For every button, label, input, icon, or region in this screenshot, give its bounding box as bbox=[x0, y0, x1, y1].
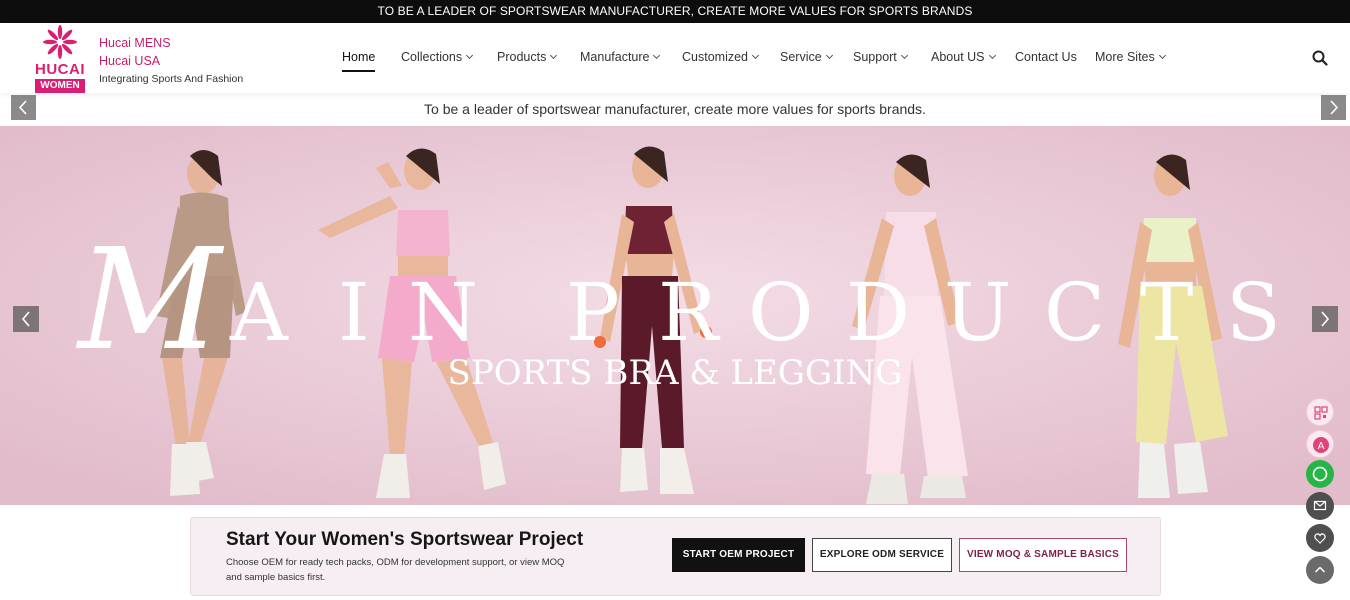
nav-products[interactable]: Products bbox=[497, 50, 558, 64]
hucai-usa-link[interactable]: Hucai USA bbox=[99, 52, 243, 70]
ticker-bar: To be a leader of sportswear manufacture… bbox=[0, 93, 1350, 126]
nav-home[interactable]: Home bbox=[342, 50, 376, 72]
flower-logo-icon bbox=[43, 25, 77, 59]
headline-letter: A bbox=[229, 266, 289, 359]
nav-manufacture-label: Manufacture bbox=[580, 50, 650, 64]
brand-links: Hucai MENS Hucai USA Integrating Sports … bbox=[99, 34, 243, 88]
nav-manufacture[interactable]: Manufacture bbox=[580, 50, 661, 64]
search-icon[interactable] bbox=[1312, 50, 1328, 66]
logo-wordmark: HUCAI bbox=[35, 61, 85, 78]
nav-products-label: Products bbox=[497, 50, 547, 64]
whatsapp-icon bbox=[1312, 466, 1328, 482]
headline-letter: O bbox=[748, 266, 814, 359]
nav-collections[interactable]: Collections bbox=[401, 50, 474, 64]
qr-code-button[interactable] bbox=[1306, 398, 1334, 426]
headline-letter: P bbox=[566, 266, 620, 359]
nav-contact-us-label: Contact Us bbox=[1015, 50, 1077, 64]
nav-more-sites[interactable]: More Sites bbox=[1095, 50, 1166, 64]
logo-women-badge: WOMEN bbox=[35, 79, 85, 93]
chevron-left-icon bbox=[18, 100, 27, 115]
headline-letter: D bbox=[846, 266, 910, 359]
hero-illustration: M A I N P R O D U C T S SPORTS BRA & LEG… bbox=[0, 126, 1350, 505]
nav-service[interactable]: Service bbox=[780, 50, 833, 64]
headline-letter: I bbox=[338, 266, 370, 359]
hero-subheadline: SPORTS BRA & LEGGING bbox=[448, 353, 903, 393]
project-cta-panel: Start Your Women's Sportswear Project Ch… bbox=[190, 517, 1161, 596]
announcement-bar: TO BE A LEADER OF SPORTSWEAR MANUFACTURE… bbox=[0, 0, 1350, 23]
ticker-text: To be a leader of sportswear manufacture… bbox=[424, 101, 926, 117]
nav-service-label: Service bbox=[780, 50, 822, 64]
nav-home-label: Home bbox=[342, 50, 376, 64]
cta-title: Start Your Women's Sportswear Project bbox=[226, 529, 584, 550]
hero-banner[interactable]: M A I N P R O D U C T S SPORTS BRA & LEG… bbox=[0, 126, 1350, 505]
chevron-down-icon bbox=[1158, 51, 1166, 60]
chevron-down-icon bbox=[550, 51, 558, 60]
whatsapp-button[interactable] bbox=[1306, 460, 1334, 488]
site-header: HUCAI WOMEN Hucai MENS Hucai USA Integra… bbox=[0, 23, 1350, 93]
nav-customized-label: Customized bbox=[682, 50, 748, 64]
cta-description: Choose OEM for ready tech packs, ODM for… bbox=[226, 557, 565, 583]
chevron-down-icon bbox=[900, 51, 908, 60]
hero-script-m: M bbox=[75, 219, 225, 382]
brand-tagline: Integrating Sports And Fashion bbox=[99, 73, 244, 85]
translate-icon: A bbox=[1313, 437, 1329, 453]
chevron-down-icon bbox=[988, 51, 996, 60]
nav-more-sites-label: More Sites bbox=[1095, 50, 1155, 64]
chevron-down-icon bbox=[751, 51, 760, 60]
heart-icon bbox=[1314, 533, 1326, 544]
favorite-button[interactable] bbox=[1306, 524, 1334, 552]
chevron-right-icon bbox=[1330, 100, 1339, 115]
chevron-down-icon bbox=[466, 51, 474, 60]
translate-button[interactable]: A bbox=[1306, 430, 1334, 458]
nav-contact-us[interactable]: Contact Us bbox=[1015, 50, 1077, 64]
hero-next-button[interactable] bbox=[1312, 306, 1338, 332]
ticker-next-button[interactable] bbox=[1321, 95, 1346, 120]
chevron-down-icon bbox=[653, 51, 661, 60]
qr-code-icon bbox=[1314, 406, 1328, 420]
hero-prev-button[interactable] bbox=[13, 306, 39, 332]
nav-customized[interactable]: Customized bbox=[682, 50, 760, 64]
headline-letter: U bbox=[944, 266, 1011, 359]
chevron-right-icon bbox=[1321, 311, 1330, 327]
view-moq-sample-button[interactable]: VIEW MOQ & SAMPLE BASICS bbox=[959, 538, 1127, 572]
start-oem-project-button[interactable]: START OEM PROJECT bbox=[672, 538, 805, 572]
back-to-top-button[interactable] bbox=[1306, 556, 1334, 584]
ticker-prev-button[interactable] bbox=[11, 95, 36, 120]
headline-letter: S bbox=[1226, 266, 1281, 359]
nav-about-us[interactable]: About US bbox=[931, 50, 996, 64]
explore-odm-service-button[interactable]: EXPLORE ODM SERVICE bbox=[812, 538, 952, 572]
nav-support-label: Support bbox=[853, 50, 897, 64]
email-icon bbox=[1313, 500, 1327, 511]
headline-letter: N bbox=[408, 266, 478, 359]
chevron-left-icon bbox=[21, 311, 30, 327]
nav-support[interactable]: Support bbox=[853, 50, 908, 64]
hucai-mens-link[interactable]: Hucai MENS bbox=[99, 34, 243, 52]
back-to-top-icon bbox=[1314, 566, 1326, 573]
headline-letter: R bbox=[658, 266, 721, 359]
nav-collections-label: Collections bbox=[401, 50, 463, 64]
headline-letter: C bbox=[1044, 266, 1105, 359]
svg-text:A: A bbox=[1318, 441, 1325, 452]
email-button[interactable] bbox=[1306, 492, 1334, 520]
headline-letter: T bbox=[1140, 266, 1193, 359]
nav-about-us-label: About US bbox=[931, 50, 985, 64]
chevron-down-icon bbox=[825, 51, 833, 60]
hucai-women-logo[interactable]: HUCAI WOMEN bbox=[34, 25, 88, 93]
